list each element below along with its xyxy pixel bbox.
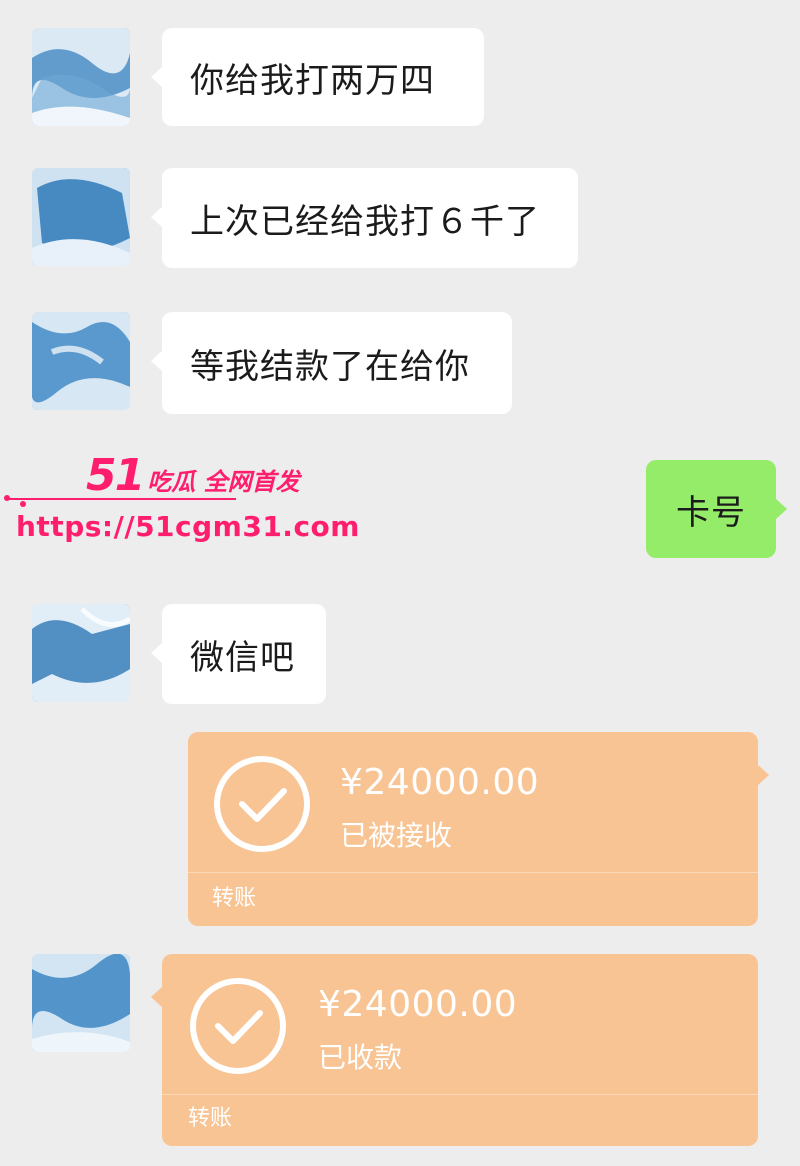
transfer-divider: [188, 872, 758, 873]
avatar-image: [32, 312, 130, 410]
message-text: 你给我打两万四: [190, 60, 435, 101]
avatar-image: [32, 168, 130, 266]
transfer-kind: 转账: [212, 886, 257, 911]
watermark-dot: [20, 501, 26, 507]
watermark-brand-text: 吃瓜 全网首发: [147, 468, 300, 496]
message-text: 卡号: [676, 492, 746, 533]
check-circle-icon: [214, 756, 310, 852]
transfer-kind: 转账: [188, 1106, 233, 1131]
message-bubble[interactable]: 上次已经给我打６千了: [151, 168, 578, 268]
contact-avatar[interactable]: [32, 168, 130, 266]
contact-avatar[interactable]: [32, 312, 130, 410]
message-text: 上次已经给我打６千了: [190, 201, 540, 242]
transfer-card[interactable]: ¥24000.00 已收款 转账: [151, 954, 758, 1146]
transfer-card[interactable]: ¥24000.00 已被接收 转账: [188, 732, 769, 926]
message-text: 等我结款了在给你: [190, 346, 470, 387]
contact-avatar[interactable]: [32, 604, 130, 702]
message-bubble-outgoing[interactable]: 卡号: [646, 460, 787, 558]
transfer-amount: ¥24000.00: [340, 762, 540, 803]
avatar-image: [32, 954, 130, 1052]
message-bubble[interactable]: 微信吧: [151, 604, 326, 704]
message-text: 微信吧: [190, 637, 295, 678]
message-bubble[interactable]: 你给我打两万四: [151, 28, 484, 126]
check-circle-icon: [190, 978, 286, 1074]
contact-avatar[interactable]: [32, 954, 130, 1052]
watermark-line: [6, 498, 236, 500]
watermark-brand-number: 51: [86, 450, 145, 501]
chat-screen: 你给我打两万四 上次已经给我打６千了 等我结款了在给你 51 吃瓜 全网首发 ht…: [0, 0, 800, 1166]
transfer-status: 已被接收: [340, 819, 453, 852]
transfer-amount: ¥24000.00: [318, 984, 518, 1025]
contact-avatar[interactable]: [32, 28, 130, 126]
transfer-divider: [162, 1094, 758, 1095]
watermark-brand: 51 吃瓜 全网首发: [86, 450, 300, 501]
avatar-image: [32, 604, 130, 702]
transfer-status: 已收款: [318, 1041, 403, 1074]
avatar-image: [32, 28, 130, 126]
message-bubble[interactable]: 等我结款了在给你: [151, 312, 512, 414]
watermark-url: https://51cgm31.com: [16, 510, 360, 543]
watermark: 51 吃瓜 全网首发 https://51cgm31.com: [4, 448, 359, 558]
watermark-dot: [4, 495, 10, 501]
